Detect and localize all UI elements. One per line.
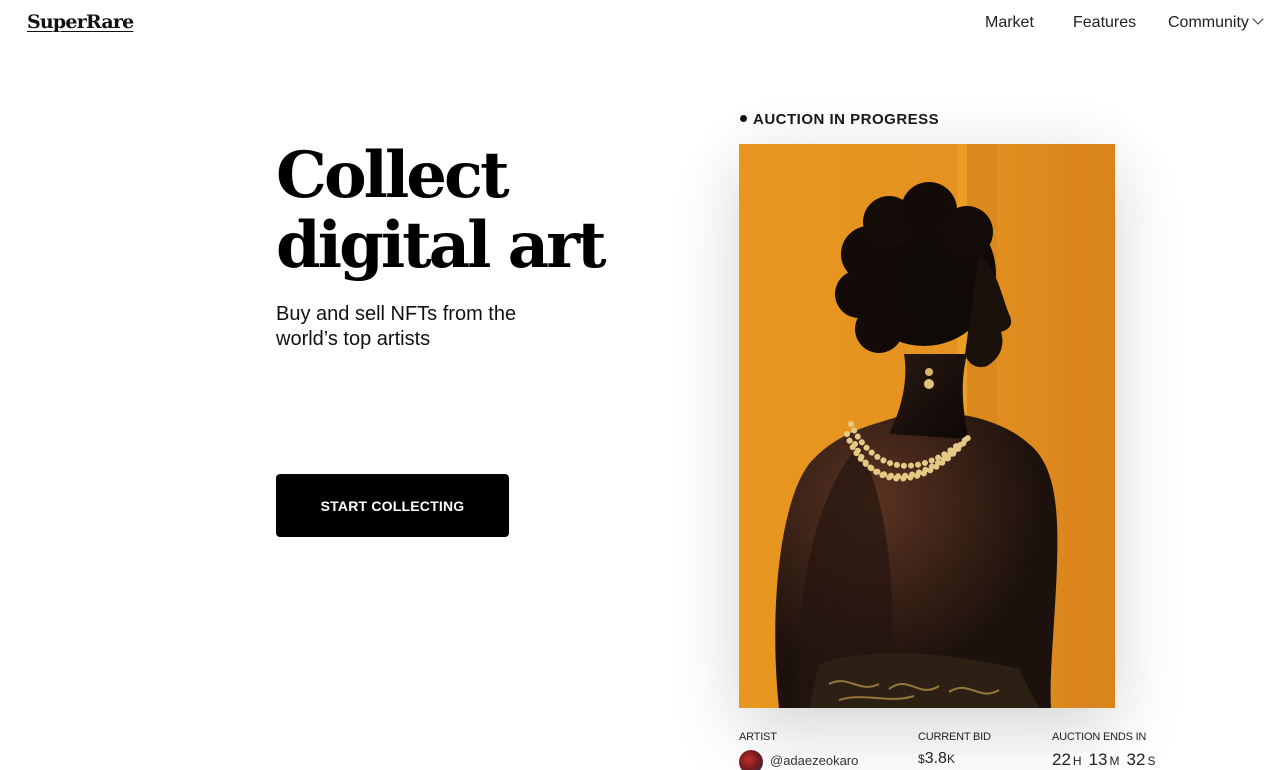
hero-subtitle: Buy and sell NFTs from the world’s top a… [276, 303, 517, 350]
hero-title: Collect digital art [276, 138, 606, 283]
timer-minutes: 13 [1088, 750, 1108, 769]
hero-title-line2: digital art [276, 208, 606, 283]
bid-currency: $ [918, 752, 925, 766]
timer-minutes-unit: M [1109, 754, 1120, 768]
bid-amount: 3.8 [924, 750, 947, 767]
hero-title-line1: Collect [276, 138, 509, 213]
timer-seconds-unit: S [1147, 754, 1156, 768]
timer-hours: 22 [1052, 750, 1071, 769]
superrare-logo[interactable]: SuperRare [27, 11, 134, 33]
auction-countdown: 22 H 13 M 32 S [1052, 750, 1162, 770]
auction-status: AUCTION IN PROGRESS [740, 111, 939, 128]
page: SuperRare Market Features Community Coll… [0, 0, 1273, 770]
timer-hours-unit: H [1072, 754, 1082, 768]
auction-artwork[interactable] [739, 144, 1115, 708]
artist-label: ARTIST [739, 731, 777, 743]
artist-handle: @adaezeokaro [770, 753, 859, 768]
auction-status-label: AUCTION IN PROGRESS [753, 111, 940, 128]
live-dot-icon [740, 115, 747, 122]
artist-avatar [739, 750, 763, 770]
portrait-artwork-icon [739, 144, 1115, 708]
chevron-down-icon [1252, 13, 1264, 25]
current-bid-value: $3.8K [918, 750, 955, 768]
auction-ends-label: AUCTION ENDS IN [1052, 731, 1147, 743]
current-bid-label: CURRENT BID [918, 731, 991, 743]
nav-community-label: Community [1168, 14, 1249, 31]
nav-community-dropdown[interactable]: Community [1168, 13, 1264, 32]
start-collecting-button[interactable]: START COLLECTING [276, 474, 509, 537]
bid-suffix: K [946, 752, 955, 766]
nav-market-link[interactable]: Market [985, 14, 1034, 32]
nav-features-link[interactable]: Features [1073, 14, 1136, 32]
timer-seconds: 32 [1126, 750, 1146, 769]
